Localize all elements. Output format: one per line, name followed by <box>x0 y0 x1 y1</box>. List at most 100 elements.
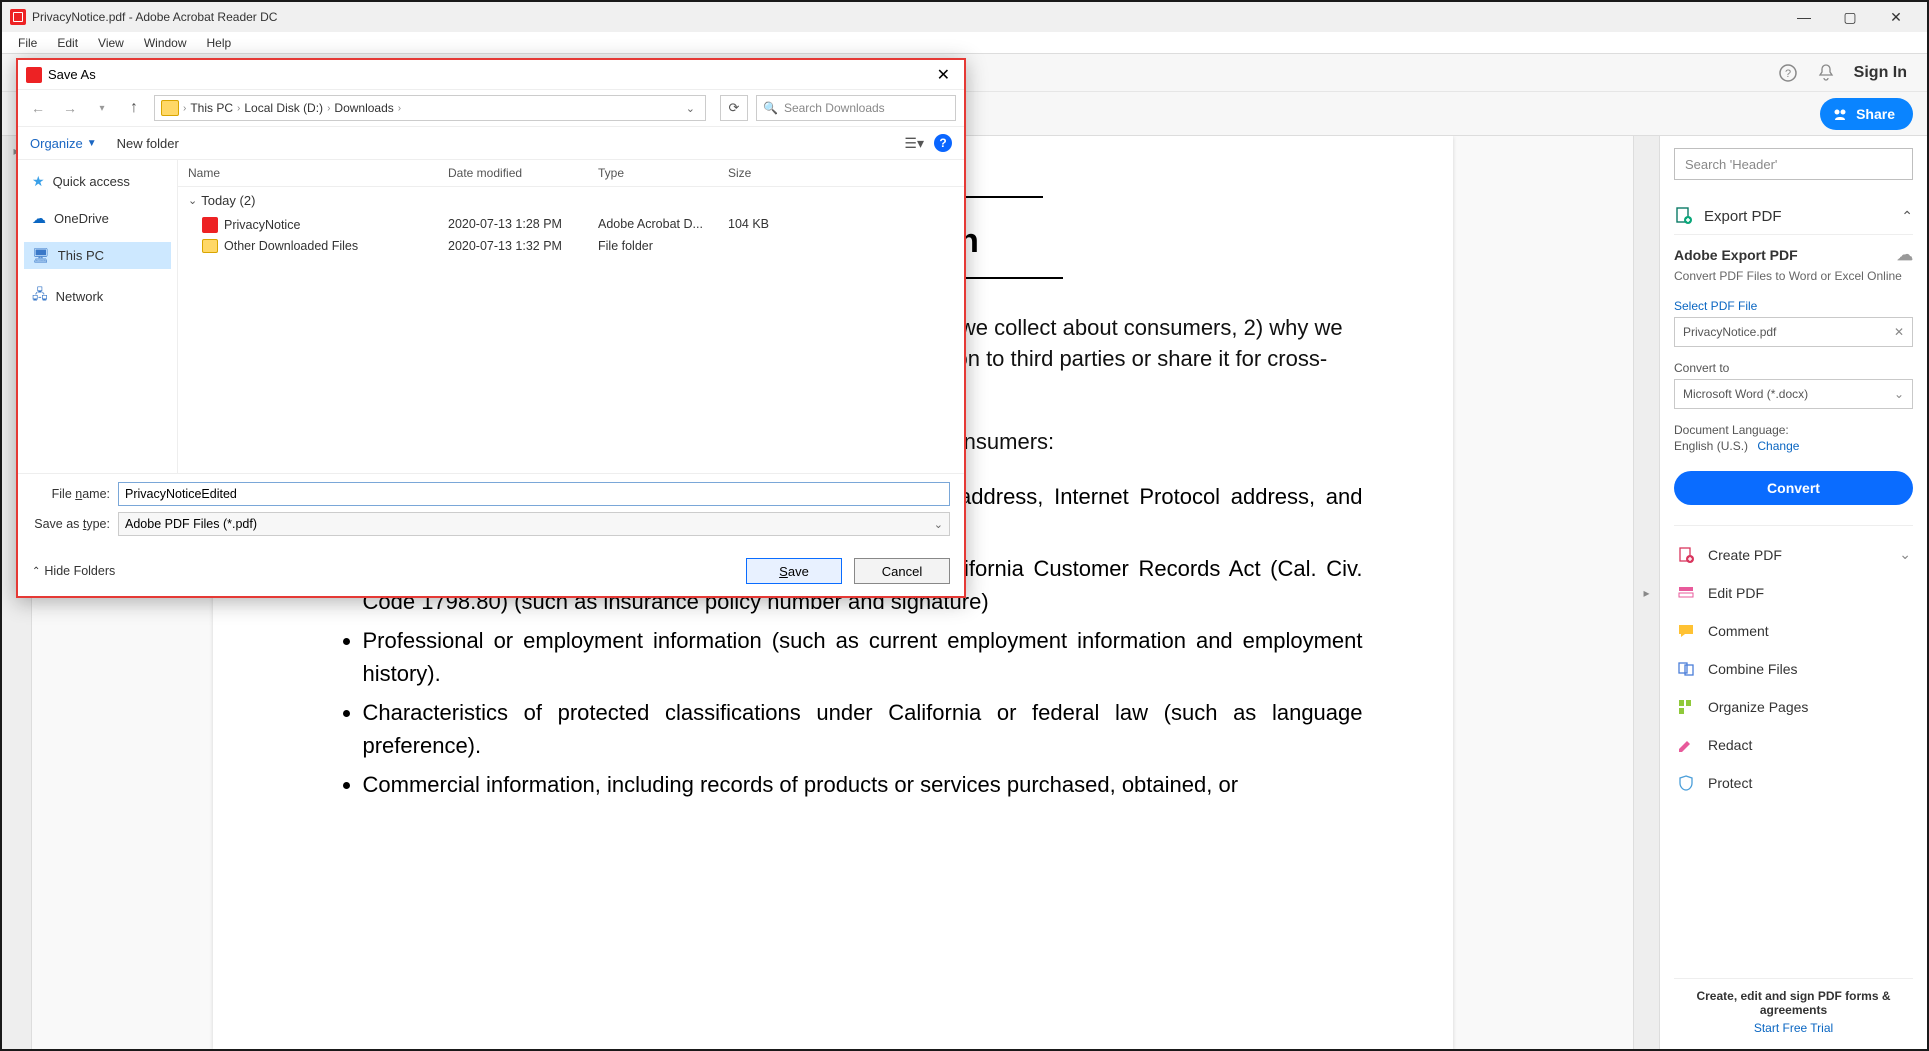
signin-button[interactable]: Sign In <box>1854 64 1907 82</box>
menu-edit[interactable]: Edit <box>47 34 88 52</box>
menu-help[interactable]: Help <box>197 34 242 52</box>
tool-protect[interactable]: Protect <box>1674 764 1913 802</box>
file-row[interactable]: Other Downloaded Files 2020-07-13 1:32 P… <box>178 236 964 256</box>
saveastype-label: Save as type: <box>32 517 118 531</box>
organize-icon <box>1676 697 1696 717</box>
address-dropdown[interactable]: ⌄ <box>682 102 699 115</box>
menubar: File Edit View Window Help <box>2 32 1927 54</box>
dialog-buttons: ⌃Hide Folders Save Cancel <box>18 550 964 596</box>
convert-button[interactable]: Convert <box>1674 471 1913 505</box>
doc-language-value: English (U.S.) <box>1674 439 1748 453</box>
tool-redact[interactable]: Redact <box>1674 726 1913 764</box>
chevron-down-icon: ⌄ <box>1899 546 1911 563</box>
combine-icon <box>1676 659 1696 679</box>
breadcrumb[interactable]: This PC <box>190 101 233 115</box>
address-bar[interactable]: › This PC › Local Disk (D:) › Downloads … <box>154 95 706 121</box>
edit-pdf-icon <box>1676 583 1696 603</box>
dialog-title: Save As <box>48 67 96 82</box>
share-button[interactable]: Share <box>1820 98 1913 130</box>
cancel-button[interactable]: Cancel <box>854 558 950 584</box>
clear-file-icon[interactable]: ✕ <box>1894 325 1904 339</box>
comment-icon <box>1676 621 1696 641</box>
search-icon: 🔍 <box>763 101 778 115</box>
nav-recent-button[interactable]: ▾ <box>90 103 114 114</box>
sidebar-item-onedrive[interactable]: ☁OneDrive <box>24 205 171 232</box>
svg-text:?: ? <box>1785 68 1791 80</box>
menu-window[interactable]: Window <box>134 34 197 52</box>
file-group-header[interactable]: ⌄Today (2) <box>178 187 964 214</box>
convert-format-select[interactable]: Microsoft Word (*.docx) ⌄ <box>1674 379 1913 409</box>
change-language-link[interactable]: Change <box>1757 439 1799 453</box>
save-as-dialog: Save As ✕ ← → ▾ ↑ › This PC › Local Disk… <box>16 58 966 598</box>
column-header[interactable]: Size <box>728 166 808 180</box>
menu-file[interactable]: File <box>8 34 47 52</box>
new-folder-button[interactable]: New folder <box>117 136 179 151</box>
help-icon[interactable]: ? <box>1778 63 1798 83</box>
selected-file-field[interactable]: PrivacyNotice.pdf ✕ <box>1674 317 1913 347</box>
tool-comment[interactable]: Comment <box>1674 612 1913 650</box>
file-list-header: Name Date modified Type Size <box>178 160 964 187</box>
filename-input[interactable] <box>118 482 950 506</box>
right-collapse-handle[interactable]: ▸ <box>1633 136 1659 1049</box>
chevron-up-icon: ⌃ <box>1901 208 1913 225</box>
filename-label: File name: <box>32 487 118 501</box>
column-header[interactable]: Name <box>188 166 448 180</box>
tool-organize[interactable]: Organize Pages <box>1674 688 1913 726</box>
file-list: Name Date modified Type Size ⌄Today (2) … <box>178 160 964 473</box>
nav-back-button[interactable]: ← <box>26 100 50 116</box>
network-icon: 🖧 <box>32 284 48 308</box>
create-pdf-icon <box>1676 545 1696 565</box>
maximize-button[interactable]: ▢ <box>1827 2 1873 32</box>
dialog-close-button[interactable]: ✕ <box>931 65 956 85</box>
star-icon: ★ <box>32 173 45 190</box>
view-options-button[interactable]: ☰▾ <box>904 135 924 152</box>
file-row[interactable]: PrivacyNotice 2020-07-13 1:28 PM Adobe A… <box>178 214 964 236</box>
breadcrumb[interactable]: Downloads <box>334 101 393 115</box>
chevron-down-icon: ⌄ <box>934 518 943 531</box>
list-item: Professional or employment information (… <box>363 624 1363 690</box>
nav-up-button[interactable]: ↑ <box>122 99 146 117</box>
tool-edit-pdf[interactable]: Edit PDF <box>1674 574 1913 612</box>
doc-language-label: Document Language: <box>1674 423 1913 437</box>
export-pdf-section[interactable]: Export PDF ⌃ <box>1674 198 1913 235</box>
dialog-toolbar: Organize ▼ New folder ☰▾ ? <box>18 126 964 160</box>
dialog-nav: ← → ▾ ↑ › This PC › Local Disk (D:) › Do… <box>18 90 964 126</box>
select-file-label: Select PDF File <box>1674 299 1913 313</box>
app-icon <box>10 9 26 25</box>
minimize-button[interactable]: — <box>1781 2 1827 32</box>
sidebar-item-quick-access[interactable]: ★Quick access <box>24 168 171 195</box>
breadcrumb[interactable]: Local Disk (D:) <box>244 101 323 115</box>
menu-view[interactable]: View <box>88 34 134 52</box>
cloud-icon: ☁ <box>1897 245 1913 265</box>
right-panel-footer: Create, edit and sign PDF forms & agreem… <box>1674 978 1913 1037</box>
protect-icon <box>1676 773 1696 793</box>
folder-icon <box>202 239 218 253</box>
column-header[interactable]: Type <box>598 166 728 180</box>
adobe-export-title: Adobe Export PDF <box>1674 247 1798 263</box>
list-item: Commercial information, including record… <box>363 768 1363 801</box>
close-button[interactable]: ✕ <box>1873 2 1919 32</box>
sidebar-item-network[interactable]: 🖧Network <box>24 279 171 313</box>
tool-combine[interactable]: Combine Files <box>1674 650 1913 688</box>
right-panel: Search 'Header' Export PDF ⌃ Adobe Expor… <box>1659 136 1927 1049</box>
folder-icon <box>161 100 179 116</box>
export-description: Convert PDF Files to Word or Excel Onlin… <box>1674 269 1913 285</box>
saveastype-select[interactable]: Adobe PDF Files (*.pdf) ⌄ <box>118 512 950 536</box>
tool-create-pdf[interactable]: Create PDF⌄ <box>1674 536 1913 574</box>
refresh-button[interactable]: ⟳ <box>720 95 748 121</box>
cloud-icon: ☁ <box>32 210 46 227</box>
start-trial-link[interactable]: Start Free Trial <box>1674 1021 1913 1035</box>
window-title: PrivacyNotice.pdf - Adobe Acrobat Reader… <box>32 10 1781 24</box>
list-item: Characteristics of protected classificat… <box>363 696 1363 762</box>
bell-icon[interactable] <box>1816 63 1836 83</box>
column-header[interactable]: Date modified <box>448 166 598 180</box>
organize-button[interactable]: Organize ▼ <box>30 136 97 151</box>
hide-folders-button[interactable]: ⌃Hide Folders <box>32 564 115 578</box>
sidebar-item-this-pc[interactable]: 🖥This PC <box>24 242 171 269</box>
nav-forward-button[interactable]: → <box>58 100 82 116</box>
tools-search-input[interactable]: Search 'Header' <box>1674 148 1913 180</box>
help-icon[interactable]: ? <box>934 134 952 152</box>
folder-search-input[interactable]: 🔍 Search Downloads <box>756 95 956 121</box>
save-button[interactable]: Save <box>746 558 842 584</box>
dialog-sidebar: ★Quick access ☁OneDrive 🖥This PC 🖧Networ… <box>18 160 178 473</box>
